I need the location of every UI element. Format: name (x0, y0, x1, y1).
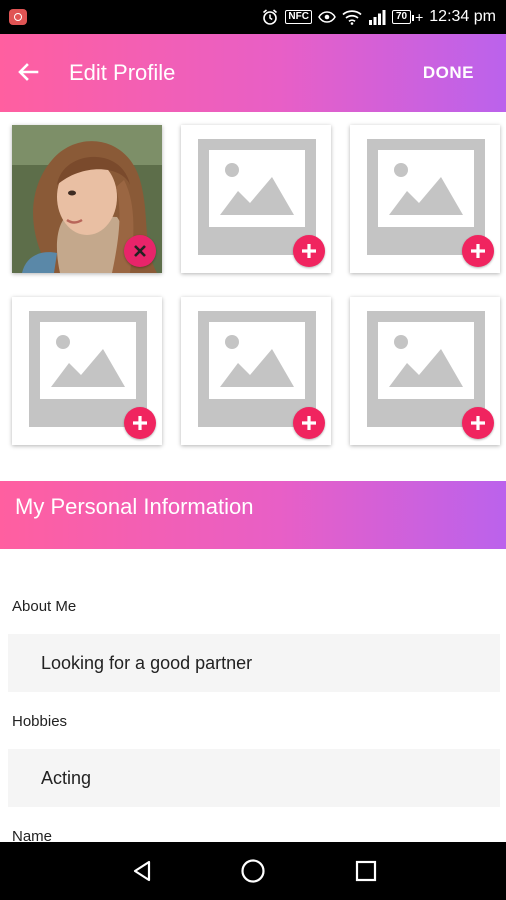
back-button[interactable] (10, 54, 46, 90)
add-photo-button[interactable] (462, 407, 494, 439)
hobbies-value: Acting (41, 768, 92, 788)
about-me-value: Looking for a good partner (41, 653, 253, 673)
eye-icon (318, 11, 336, 23)
status-time: 12:34 pm (429, 8, 496, 25)
photo-slot-filled[interactable] (12, 125, 162, 273)
status-bar: NFC 70 + 12:34 pm (0, 0, 506, 34)
system-nav-bar (0, 842, 506, 900)
photo-slot-empty[interactable] (181, 125, 331, 273)
section-title: My Personal Information (15, 494, 254, 519)
triangle-back-icon (133, 860, 151, 882)
app-bar: Edit Profile DONE (0, 34, 506, 112)
add-photo-button[interactable] (293, 407, 325, 439)
page-title: Edit Profile (69, 60, 176, 85)
square-recents-icon (355, 860, 377, 882)
wifi-icon (342, 10, 362, 25)
about-me-field[interactable]: Looking for a good partner (8, 634, 500, 692)
close-icon (134, 245, 146, 257)
arrow-back-icon (18, 63, 39, 81)
charging-icon: + (415, 9, 424, 25)
photo-slot-empty[interactable] (350, 125, 500, 273)
about-me-label: About Me (12, 598, 77, 615)
notification-app-icon (9, 9, 27, 25)
photo-slot-empty[interactable] (350, 297, 500, 445)
add-photo-button[interactable] (462, 235, 494, 267)
circle-home-icon (241, 859, 265, 883)
nav-back-button[interactable] (127, 856, 157, 886)
plus-icon (302, 416, 316, 430)
nfc-icon: NFC (285, 10, 312, 24)
status-icons: NFC 70 + 12:34 pm (261, 0, 496, 34)
remove-photo-button[interactable] (124, 235, 156, 267)
photo-slot-empty[interactable] (181, 297, 331, 445)
plus-icon (471, 244, 485, 258)
hobbies-label: Hobbies (12, 713, 68, 730)
plus-icon (302, 244, 316, 258)
plus-icon (471, 416, 485, 430)
plus-icon (133, 416, 147, 430)
signal-icon (368, 10, 386, 25)
nav-home-button[interactable] (238, 856, 268, 886)
personal-info-header: My Personal Information (0, 481, 506, 549)
done-button[interactable]: DONE (423, 34, 474, 112)
add-photo-button[interactable] (124, 407, 156, 439)
alarm-icon (263, 9, 278, 25)
hobbies-field[interactable]: Acting (8, 749, 500, 807)
photo-slot-empty[interactable] (12, 297, 162, 445)
add-photo-button[interactable] (293, 235, 325, 267)
nav-recents-button[interactable] (351, 856, 381, 886)
battery-icon: 70 (391, 10, 415, 24)
